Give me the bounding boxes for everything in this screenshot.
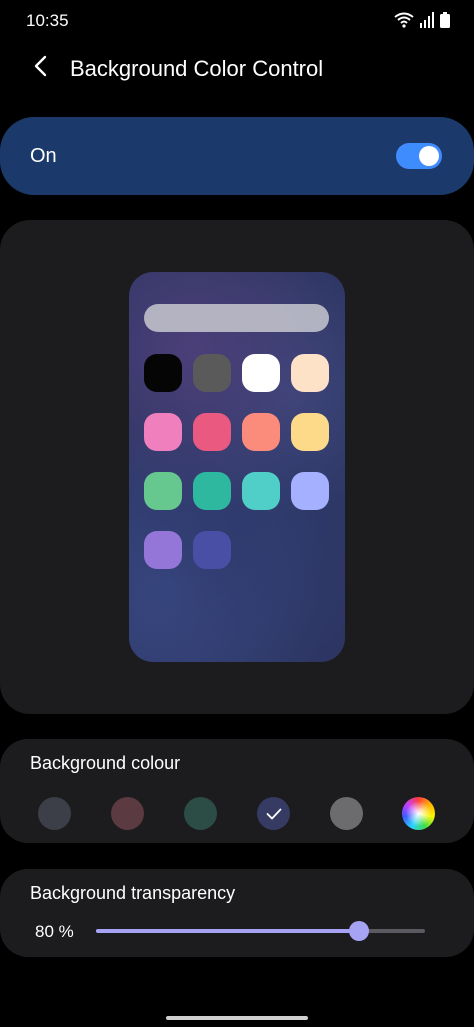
background-transparency-label: Background transparency [30, 883, 236, 903]
background-colour-label: Background colour [30, 753, 181, 773]
preview-app-icon [291, 472, 329, 510]
transparency-slider[interactable] [96, 921, 425, 941]
swatch-gray[interactable] [330, 797, 363, 830]
preview-app-icon [291, 413, 329, 451]
master-switch-label: On [30, 145, 57, 167]
preview-app-icon [144, 531, 182, 569]
status-icons [394, 12, 450, 33]
swatch-maroon[interactable] [111, 797, 144, 830]
preview-app-icon [193, 531, 231, 569]
preview-app-icon [193, 354, 231, 392]
slider-thumb[interactable] [349, 921, 370, 941]
battery-icon [440, 12, 450, 33]
preview-app-icon [242, 413, 280, 451]
back-button[interactable] [24, 52, 56, 84]
preview-app-icon [291, 354, 329, 392]
background-colour-card: Background colour [0, 739, 474, 843]
header: Background Color Control [0, 42, 474, 98]
preview-app-icon [144, 472, 182, 510]
wifi-icon [394, 12, 414, 33]
master-switch-toggle[interactable] [396, 143, 442, 169]
status-bar: 10:35 [0, 0, 474, 42]
page-title: Background Color Control [70, 56, 324, 81]
signal-icon [420, 12, 434, 33]
master-switch-row[interactable]: On [0, 117, 474, 195]
toggle-knob [419, 146, 439, 166]
preview-app-icon [242, 472, 280, 510]
swatch-custom-rainbow[interactable] [402, 797, 435, 830]
preview-app-icon [193, 472, 231, 510]
preview-card [0, 220, 474, 714]
preview-app-icon [144, 354, 182, 392]
preview-app-icon [144, 413, 182, 451]
slider-fill [96, 929, 360, 933]
check-icon [266, 808, 281, 819]
background-transparency-card: Background transparency 80 % [0, 869, 474, 957]
preview-app-grid [144, 354, 329, 569]
preview-search-bar [144, 304, 329, 332]
transparency-value: 80 % [35, 922, 74, 941]
swatch-dark-green[interactable] [184, 797, 217, 830]
home-indicator[interactable] [166, 1016, 308, 1020]
swatch-dark-gray[interactable] [38, 797, 71, 830]
chevron-left-icon [33, 55, 47, 82]
preview-app-icon [242, 354, 280, 392]
preview-app-icon [193, 413, 231, 451]
status-time: 10:35 [26, 11, 69, 30]
swatch-navy[interactable] [257, 797, 290, 830]
phone-preview [129, 272, 345, 662]
